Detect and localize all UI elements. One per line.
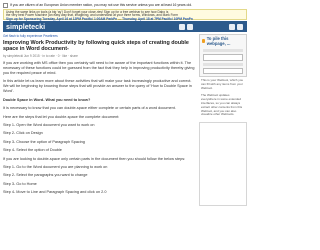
sidebar: To pile this webpage, ... This is your W… [199,34,247,207]
section-heading: Double Space in Word- What you need to k… [3,98,91,103]
top-bar: simpletecki [3,21,247,32]
pile-panel: To pile this webpage, ... [199,34,247,77]
article-main: Get flash to fully experience Pearltrees… [3,34,196,195]
article-intro-2: In this article let us learn more about … [3,79,192,94]
eu-age-notice: If you are citizen of an European Union … [3,2,247,8]
step-item: Step 1- Open the Word document you want … [3,122,95,127]
settings-icon[interactable] [237,23,243,30]
pile-input[interactable] [203,67,243,74]
step-item: Step 2- Select the paragraphs you want t… [3,173,88,178]
brand-title[interactable]: simpletecki [6,21,45,32]
step-item: Step 4- Select the option of Double [3,148,62,153]
breadcrumb-link[interactable]: Get flash to fully experience Pearltrees [3,34,58,38]
step-item: Step 3- Choose the option of Paragraph S… [3,139,85,144]
pile-line [203,49,243,52]
paragraph-3: If you are looking to double-space only … [3,156,186,161]
sidebar-text-1: This is your Webtool, which you can fill… [201,78,244,90]
pile-input[interactable] [203,54,243,61]
webinar-banner: Using the same links on tools (a big ‘ay… [3,9,247,20]
tree-icon [202,39,206,43]
notice-checkbox[interactable] [3,2,8,8]
pile-panel-title: To pile this webpage, ... [206,36,231,46]
menu-icon[interactable] [187,23,193,30]
notice-text: If you are citizen of an European Union … [9,3,193,7]
article-title: Improving Work Productivity by following… [3,40,189,53]
sidebar-ad-box [199,122,247,207]
step-item: Step 4- Move to Line and Paragraph Spaci… [3,190,107,195]
paragraph-1: It is necessary to know that you can dou… [3,105,176,110]
paragraph-2: Here are the steps that let you double-s… [3,114,120,119]
sidebar-text-2: The Webtool updates everywhere in some e… [201,93,243,117]
step-item: Step 3- Go to Home [3,181,37,186]
pile-line [203,62,243,66]
pile-panel-header: To pile this webpage, ... [200,35,246,47]
step-item: Step 2- Click on Design [3,131,43,136]
step-item: Step 1- Go to the Word document you are … [3,164,108,169]
grid-icon[interactable] [179,23,185,30]
article-meta: by simpletecki Jun 9 2015 · in to rate ·… [3,54,78,59]
user-icon[interactable] [229,23,235,30]
breadcrumb: Get flash to fully experience Pearltrees [3,34,196,39]
article-intro: If you are working with MS office then y… [3,61,195,76]
